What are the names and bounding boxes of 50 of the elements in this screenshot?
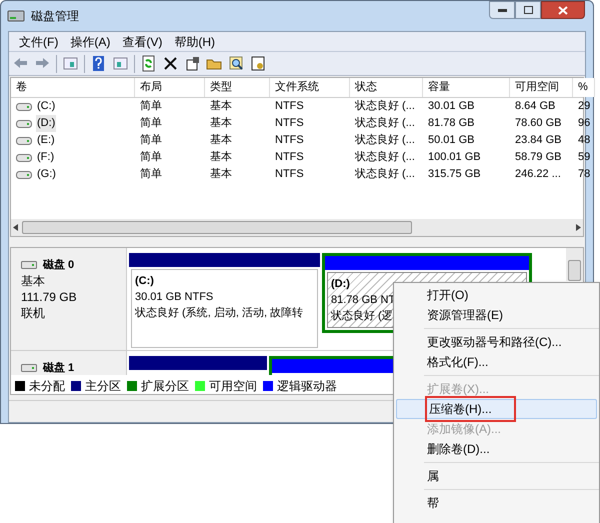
table-cell-text: NTFS [275, 133, 304, 148]
table-cell-text: 58.79 GB [515, 150, 562, 166]
table-cell-text: 78.60 GB [515, 116, 562, 132]
legend-label: 逻辑驱动器 [277, 378, 337, 394]
table-cell-text: 简单 [140, 99, 162, 114]
table-cell-text: NTFS [275, 150, 304, 166]
table-cell-text: NTFS [275, 116, 304, 132]
table-cell-text: 基本 [210, 150, 232, 166]
table-cell-text: 状态良好 (... [355, 132, 415, 148]
table-cell-text: 状态良好 (... [355, 98, 415, 114]
table-cell-text: 59 [578, 150, 590, 166]
legend-label: 扩展分区 [141, 378, 189, 394]
table-cell-text: NTFS [275, 167, 304, 182]
table-cell-text: 简单 [140, 116, 162, 132]
partition-label: (D:) [331, 277, 350, 292]
partition-status: 状态良好 (系统, 启动, 活动, 故障转 [135, 306, 304, 321]
table-cell-text: 78 [578, 167, 590, 182]
partition-status: 状态良好 (逻 [331, 308, 393, 324]
table-cell-text: 状态良好 (... [355, 116, 415, 132]
partition-label: (C:) [135, 274, 154, 289]
table-cell-text: 100.01 GB [428, 150, 481, 166]
legend-label: 主分区 [85, 378, 121, 394]
table-cell-text: 29 [578, 99, 590, 114]
table-cell-text: 基本 [210, 116, 232, 132]
table-cell-text: 81.78 GB [428, 116, 474, 132]
table-cell-text: 状态良好 (... [355, 166, 415, 182]
window-title: 磁盘管理 [31, 8, 79, 25]
table-cell-text: 基本 [210, 167, 232, 182]
table-cell-text: 简单 [140, 133, 162, 148]
table-cell-text: 48 [578, 133, 590, 148]
legend-label: 未分配 [29, 378, 65, 394]
disk-type: 基本 [21, 273, 46, 289]
table-cell-text: 30.01 GB [428, 99, 474, 114]
table-cell-text: 状态良好 (... [355, 150, 415, 166]
table-cell-text: 基本 [210, 99, 232, 114]
table-cell-text: 8.64 GB [515, 99, 556, 114]
table-cell-text: 基本 [210, 133, 232, 148]
table-cell-text: 246.22 ... [515, 167, 561, 182]
table-cell-text: 96 [578, 116, 590, 132]
table-cell-text: 简单 [140, 150, 162, 166]
disk-status: 联机 [21, 305, 46, 321]
disk-size: 111.79 GB [21, 289, 78, 305]
table-cell-text: NTFS [275, 99, 304, 114]
table-cell-text: 简单 [140, 167, 162, 182]
partition-size: 30.01 GB NTFS [135, 290, 214, 305]
table-cell-text: 315.75 GB [428, 167, 481, 182]
partition-size: 81.78 GB NT [331, 293, 396, 308]
table-cell-text: 23.84 GB [515, 133, 562, 148]
table-cell-text: 50.01 GB [428, 133, 474, 148]
legend-label: 可用空间 [209, 378, 257, 394]
